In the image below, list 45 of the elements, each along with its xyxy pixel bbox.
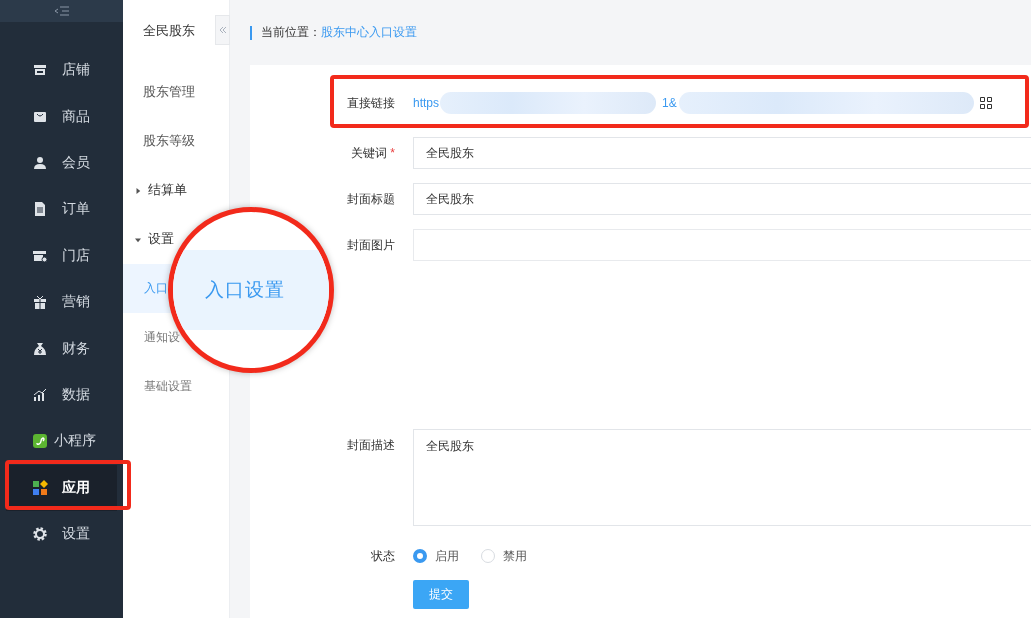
breadcrumb-label: 当前位置： xyxy=(261,24,321,41)
caret-right-icon xyxy=(135,186,141,195)
sidebar-item[interactable]: 商品 xyxy=(0,93,123,140)
sidebar-item[interactable]: 数据 xyxy=(0,371,123,419)
sidebar-item[interactable]: 营销 xyxy=(0,278,123,326)
sidebar-item[interactable]: 设置 xyxy=(0,510,123,558)
mini-program-icon xyxy=(32,433,48,450)
field-label: 封面图片 xyxy=(347,237,395,254)
gift-icon xyxy=(32,294,48,311)
chart-icon xyxy=(32,386,48,403)
apps-icon xyxy=(32,479,48,496)
sidebar-item[interactable]: 门店 xyxy=(0,232,123,279)
group-label: 结算单 xyxy=(148,182,187,199)
collapse-button[interactable] xyxy=(215,15,230,45)
qr-code-icon[interactable] xyxy=(979,97,992,109)
field-label: 直接链接 xyxy=(347,95,395,112)
field-label: 状态 xyxy=(371,548,395,565)
subnav-item[interactable]: 结算单 xyxy=(123,166,229,215)
collapse-menu-icon[interactable] xyxy=(53,6,70,16)
user-icon xyxy=(32,154,48,171)
field-label: 封面标题 xyxy=(347,191,395,208)
radio-button[interactable] xyxy=(413,549,427,563)
sidebar-item[interactable]: 财务 xyxy=(0,325,123,372)
money-bag-icon xyxy=(32,340,48,357)
radio-label[interactable]: 禁用 xyxy=(503,540,527,572)
input-field[interactable]: 全民股东 xyxy=(413,183,1031,215)
subnav-title: 全民股东 xyxy=(143,22,195,40)
settings-icon xyxy=(32,526,48,543)
magnified-text: 入口设置 xyxy=(205,278,285,302)
field-label: 关键词 xyxy=(351,145,388,162)
document-icon xyxy=(32,201,48,218)
input-field[interactable]: 全民股东 xyxy=(413,137,1031,169)
subnav-item[interactable]: 股东等级 xyxy=(123,117,229,166)
required-mark: * xyxy=(390,145,395,162)
group-label: 设置 xyxy=(148,231,174,248)
field-label: 封面描述 xyxy=(347,437,395,454)
sidebar-item[interactable]: 会员 xyxy=(0,139,123,187)
sidebar-item[interactable]: 小程序 xyxy=(0,418,123,465)
sidebar-item[interactable]: 店铺 xyxy=(0,47,123,94)
subnav-item[interactable]: 股东管理 xyxy=(123,68,229,117)
double-chevron-icon xyxy=(218,26,227,34)
subnav-item[interactable]: 设置 xyxy=(123,215,229,264)
textarea-field[interactable]: 全民股东 xyxy=(413,429,1031,526)
sidebar-item[interactable]: 订单 xyxy=(0,186,123,233)
radio-label[interactable]: 启用 xyxy=(435,540,459,572)
